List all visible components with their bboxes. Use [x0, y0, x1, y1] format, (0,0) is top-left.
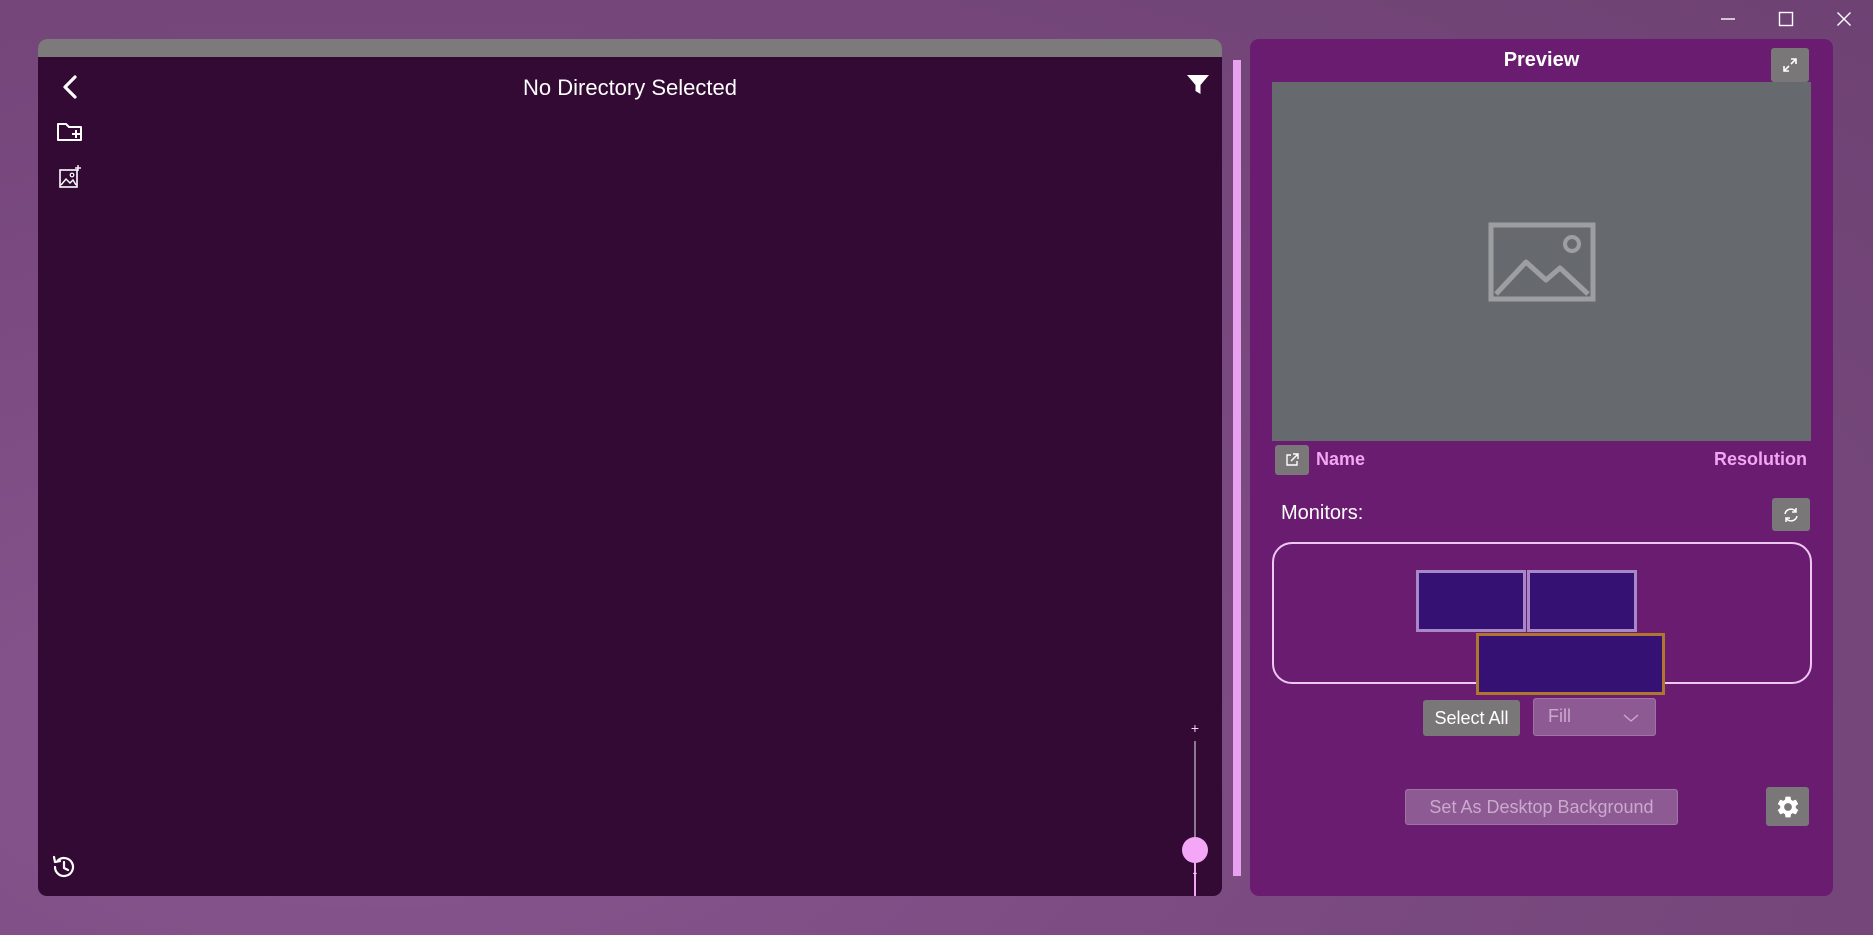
add-image-button[interactable]	[50, 159, 90, 195]
monitor-2[interactable]	[1527, 570, 1637, 632]
gear-icon	[1777, 796, 1798, 817]
preview-image-area	[1272, 82, 1811, 441]
filter-icon	[1187, 75, 1209, 94]
monitors-label: Monitors:	[1281, 502, 1364, 524]
window-controls	[1699, 0, 1873, 38]
select-all-button[interactable]: Select All	[1423, 700, 1520, 736]
set-desktop-background-button[interactable]: Set As Desktop Background	[1405, 789, 1678, 825]
add-folder-button[interactable]	[50, 114, 90, 150]
image-placeholder-icon	[1488, 222, 1595, 301]
fit-mode-value: Fill	[1548, 706, 1571, 726]
monitor-3[interactable]	[1476, 633, 1665, 695]
zoom-minus-label: -	[1192, 864, 1198, 880]
history-icon	[52, 855, 75, 878]
preview-title: Preview	[1503, 49, 1580, 71]
filter-button[interactable]	[1180, 67, 1216, 103]
monitor-1[interactable]	[1416, 570, 1526, 632]
external-link-icon	[1286, 453, 1299, 466]
fit-mode-select[interactable]: Fill	[1533, 698, 1656, 736]
settings-button[interactable]	[1766, 787, 1809, 826]
close-button[interactable]	[1815, 0, 1873, 38]
zoom-track-upper	[1194, 741, 1196, 849]
zoom-plus-label: +	[1190, 720, 1200, 736]
maximize-icon	[1778, 11, 1794, 27]
add-folder-icon	[57, 123, 82, 141]
chevron-down-icon	[1623, 714, 1639, 722]
browser-top-bar	[38, 39, 1222, 57]
refresh-icon	[1784, 507, 1798, 522]
image-name-label: Name	[1316, 449, 1366, 469]
add-image-icon	[59, 165, 81, 188]
image-browser-panel: No Directory Selected + -	[38, 39, 1222, 896]
monitor-layout	[1272, 542, 1812, 695]
directory-title: No Directory Selected	[523, 75, 737, 100]
minimize-button[interactable]	[1699, 0, 1757, 38]
zoom-slider-thumb[interactable]	[1182, 837, 1208, 863]
preview-panel: Preview Name Resolution Monitors: Select…	[1250, 39, 1833, 896]
image-resolution-label: Resolution	[1714, 449, 1807, 469]
panel-splitter[interactable]	[1233, 60, 1241, 876]
open-external-button[interactable]	[1275, 445, 1309, 475]
expand-preview-button[interactable]	[1771, 48, 1809, 82]
history-button[interactable]	[46, 849, 82, 885]
maximize-button[interactable]	[1757, 0, 1815, 38]
refresh-monitors-button[interactable]	[1772, 498, 1810, 531]
expand-icon	[1783, 58, 1797, 72]
minimize-icon	[1721, 18, 1735, 20]
close-icon	[1837, 12, 1851, 26]
